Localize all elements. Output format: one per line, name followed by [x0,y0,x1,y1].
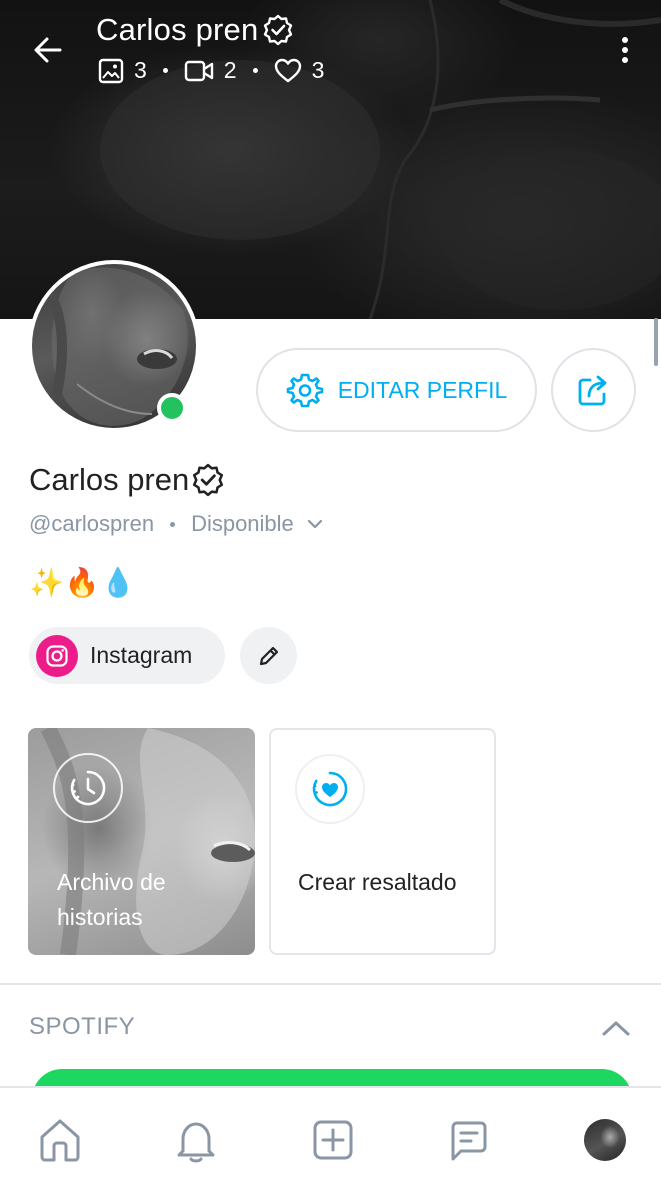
more-options-button[interactable] [610,30,640,70]
instagram-label: Instagram [90,642,193,668]
header-title: Carlos pren [96,12,294,48]
nav-home[interactable] [32,1112,88,1168]
profile-avatar [584,1119,626,1161]
handle-separator [170,521,176,527]
share-icon [578,375,606,406]
availability-dropdown[interactable]: Disponible [191,511,324,537]
verified-badge-icon [191,463,225,497]
username-handle: @carlospren [29,511,155,536]
likes-count: 3 [311,57,325,83]
heart-circle-icon [295,754,365,824]
nav-create-post[interactable] [305,1112,361,1168]
edit-social-links-button[interactable] [240,627,297,684]
gear-icon [286,371,324,409]
spotify-section-title: SPOTIFY [29,1013,136,1040]
header-stats: 3 2 3 [98,57,324,84]
create-highlight-label: Crear resaltado [298,869,457,895]
instagram-link[interactable]: Instagram [29,627,225,684]
edit-profile-button[interactable]: EDITAR PERFIL [256,348,537,432]
videos-stat: 2 [184,57,237,84]
likes-stat: 3 [274,57,325,84]
profile-name-text: Carlos pren [29,462,190,497]
arrow-left-icon [34,37,62,63]
bottom-navigation [0,1086,661,1200]
add-square-icon [313,1120,353,1160]
bell-icon [177,1122,215,1163]
online-status-indicator [157,393,187,423]
profile-bio: ✨🔥💧 [29,567,137,598]
create-highlight-card[interactable]: Crear resaltado [269,728,496,955]
chevron-up-icon [602,1021,630,1036]
back-button[interactable] [26,28,70,72]
chevron-down-icon [306,518,324,530]
section-divider [0,983,661,985]
edit-profile-label: EDITAR PERFIL [337,376,508,403]
home-icon [40,1119,80,1162]
nav-messages[interactable] [440,1112,496,1168]
profile-name: Carlos pren [29,462,225,498]
video-camera-icon [184,60,213,81]
history-clock-icon [53,753,123,823]
nav-profile[interactable] [577,1112,633,1168]
header-name: Carlos pren [96,12,259,47]
scrollbar[interactable] [654,318,658,366]
videos-count: 2 [223,57,237,83]
stat-separator [162,68,168,73]
image-icon [98,58,124,83]
more-vertical-icon [622,37,628,63]
handle-row: @carlospren Disponible [29,511,324,537]
instagram-icon [36,634,78,677]
share-profile-button[interactable] [551,348,636,432]
heart-icon [274,58,301,82]
nav-notifications[interactable] [168,1112,224,1168]
stat-separator [252,68,258,73]
pencil-icon [259,646,278,665]
photos-count: 3 [134,57,147,83]
story-archive-label: Archivo de historias [57,869,166,930]
collapse-section-button[interactable] [596,1010,636,1046]
verified-badge-icon [262,14,294,46]
photos-stat: 3 [98,57,147,84]
messages-icon [451,1121,487,1161]
availability-status: Disponible [191,511,294,536]
top-app-bar: Carlos pren 3 2 3 [0,0,661,100]
story-archive-card[interactable]: Archivo de historias [28,728,255,955]
